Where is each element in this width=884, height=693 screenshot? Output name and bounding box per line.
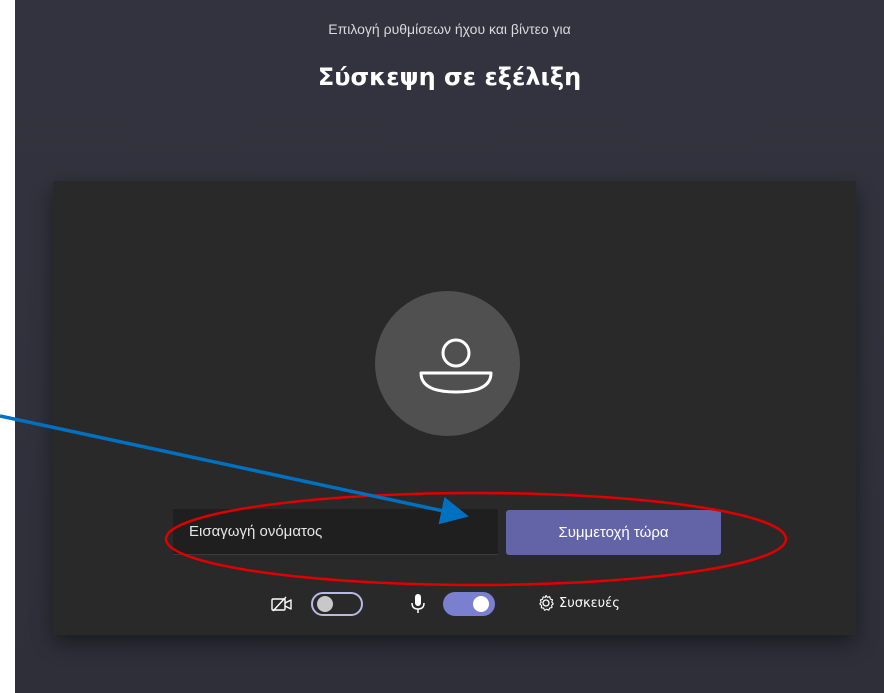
person-icon <box>419 338 493 394</box>
camera-toggle[interactable] <box>311 592 363 616</box>
devices-button-label[interactable]: Συσκευές <box>559 596 620 611</box>
avatar <box>375 291 520 436</box>
video-preview: Συμμετοχή τώρα Συσκευές <box>53 181 856 635</box>
microphone-toggle-knob <box>473 596 489 612</box>
prejoin-subtitle: Επιλογή ρυθμίσεων ήχου και βίντεο για <box>328 21 571 37</box>
camera-off-icon <box>271 596 292 612</box>
device-controls: Συσκευές <box>53 589 856 619</box>
name-input[interactable] <box>173 509 498 555</box>
camera-toggle-knob <box>317 596 333 612</box>
meeting-prejoin-screen: Επιλογή ρυθμίσεων ήχου και βίντεο για Σύ… <box>15 0 884 693</box>
microphone-icon <box>411 594 425 613</box>
gear-icon[interactable] <box>537 594 555 612</box>
meeting-title: Σύσκεψη σε εξέλιξη <box>317 63 582 91</box>
microphone-toggle[interactable] <box>443 592 495 616</box>
join-now-button[interactable]: Συμμετοχή τώρα <box>506 510 721 555</box>
